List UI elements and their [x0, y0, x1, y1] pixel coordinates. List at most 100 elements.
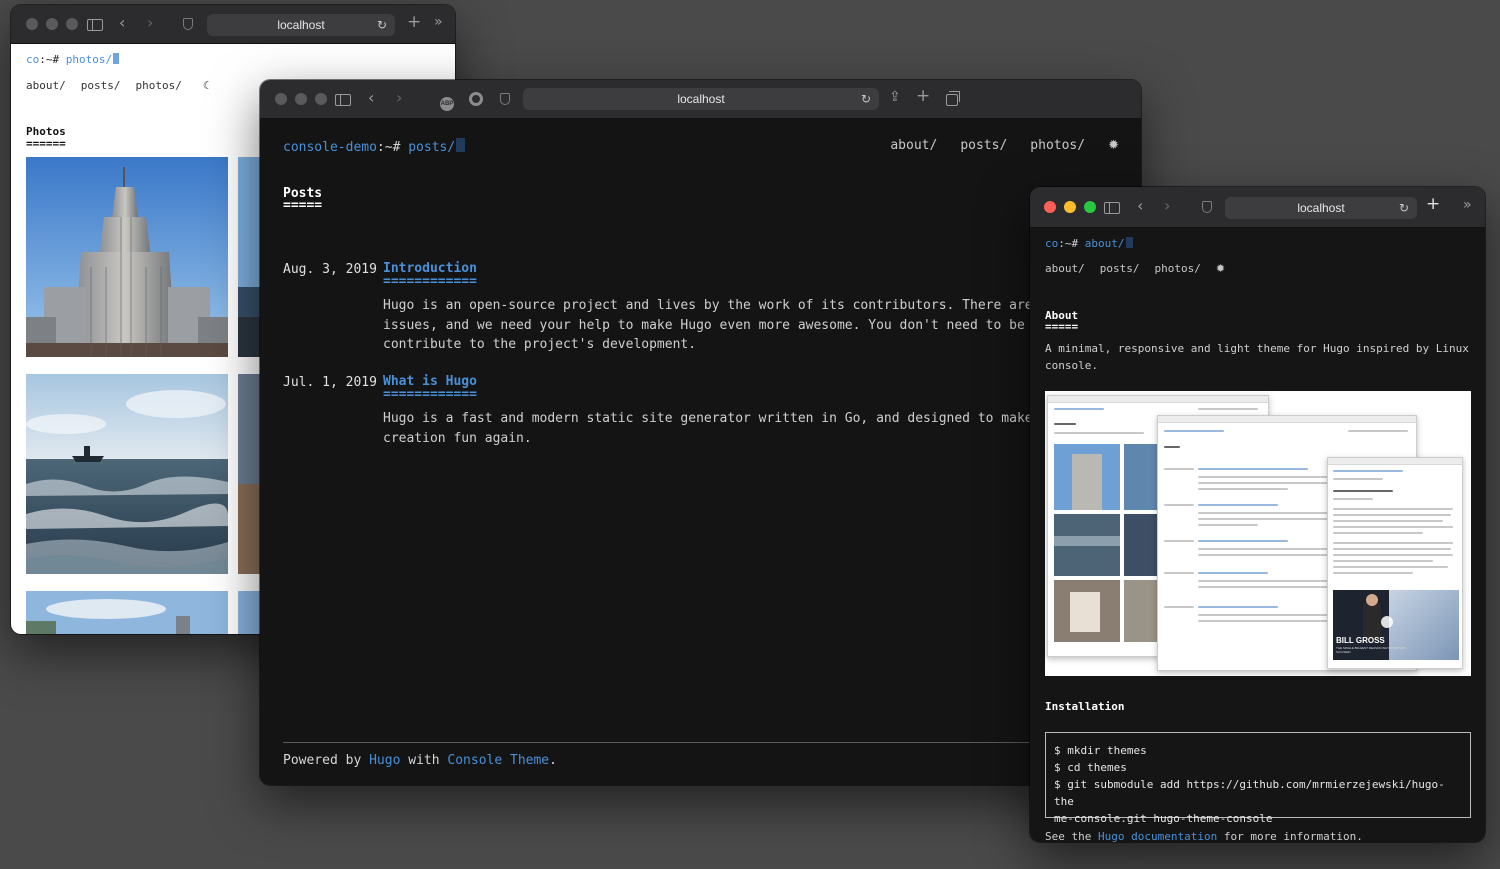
chevron-right-icon[interactable]: ›: [396, 90, 402, 106]
plus-icon[interactable]: +: [1426, 196, 1440, 213]
main-nav: about/ posts/ photos/ ✹: [1045, 262, 1225, 275]
more-info-text: See the Hugo documentation for more info…: [1045, 830, 1363, 842]
page-heading: Photos ======: [26, 126, 66, 150]
prompt-user-link[interactable]: co: [26, 53, 39, 66]
chevron-left-icon[interactable]: ‹: [119, 15, 125, 31]
gear-icon[interactable]: ✹: [1216, 262, 1225, 275]
post-title-link[interactable]: What is Hugo ============: [383, 375, 477, 401]
prompt-user-link[interactable]: co: [1045, 237, 1058, 250]
url-text: localhost: [677, 92, 725, 106]
photo-palace-of-culture[interactable]: [26, 157, 228, 357]
footer-hugo-link[interactable]: Hugo: [369, 753, 400, 768]
prompt-separator: :~#: [1058, 237, 1079, 250]
nav-posts[interactable]: posts/: [81, 79, 121, 92]
sidebar-icon[interactable]: [1104, 201, 1120, 217]
gear-icon[interactable]: ✹: [1108, 138, 1119, 153]
window-controls[interactable]: [26, 18, 78, 30]
nav-about[interactable]: about/: [1045, 262, 1085, 275]
shield-icon[interactable]: [183, 17, 193, 33]
chevron-left-icon[interactable]: ‹: [368, 90, 374, 106]
zoom-window-button[interactable]: [1084, 201, 1096, 213]
photo-sky-partial[interactable]: [26, 591, 228, 634]
shield-icon[interactable]: [500, 92, 510, 108]
cursor: [456, 138, 466, 152]
zoom-window-button[interactable]: [315, 93, 327, 105]
prompt-path-link[interactable]: about/: [1085, 237, 1125, 250]
address-bar[interactable]: localhost ↻: [207, 14, 395, 36]
plus-icon[interactable]: +: [916, 88, 930, 105]
chevrons-right-icon[interactable]: »: [434, 15, 443, 29]
prompt-path-link[interactable]: photos/: [66, 53, 112, 66]
footer-with: with: [408, 753, 440, 768]
summary-line: issues, and we need your help to make Hu…: [383, 317, 1064, 333]
prompt-separator: :~#: [376, 140, 401, 155]
posts-browser-window: ‹ › ABP localhost ↻ ⇪ + console-demo:~# …: [260, 80, 1141, 785]
cursor: [113, 53, 120, 64]
hugo-docs-link[interactable]: Hugo documentation: [1098, 830, 1217, 842]
reload-icon[interactable]: ↻: [1399, 201, 1409, 215]
summary-line: creation fun again.: [383, 430, 532, 446]
page-content: co:~# about/ about/ posts/ photos/ ✹ Abo…: [1030, 228, 1485, 842]
sidebar-icon[interactable]: [335, 93, 351, 109]
console-prompt: co:~# about/: [1045, 237, 1133, 250]
browser-toolbar: ‹ › ABP localhost ↻ ⇪ +: [260, 80, 1141, 119]
nav-posts[interactable]: posts/: [960, 138, 1007, 153]
chevron-right-icon[interactable]: ›: [147, 15, 153, 31]
window-controls[interactable]: [1044, 201, 1096, 213]
post-date: Jul. 1, 2019: [283, 375, 377, 390]
nav-posts[interactable]: posts/: [1100, 262, 1140, 275]
post-title-link[interactable]: Introduction ============: [383, 262, 477, 288]
chevrons-right-icon[interactable]: »: [1463, 198, 1472, 212]
about-description: A minimal, responsive and light theme fo…: [1045, 342, 1469, 372]
address-bar[interactable]: localhost ↻: [1225, 197, 1417, 219]
tab-overview-icon[interactable]: [946, 91, 960, 109]
chevron-right-icon[interactable]: ›: [1164, 198, 1170, 214]
close-window-button[interactable]: [1044, 201, 1056, 213]
window-controls[interactable]: [275, 93, 327, 105]
nav-photos[interactable]: photos/: [1030, 138, 1085, 153]
prompt-path-link[interactable]: posts/: [408, 140, 455, 155]
code-block: $ mkdir themes $ cd themes $ git submodu…: [1045, 732, 1471, 825]
close-window-button[interactable]: [26, 18, 38, 30]
preview-about-window: BILL GROSS THE SINGLE BIGGEST REASON WHY…: [1327, 457, 1463, 669]
footer-period: .: [549, 753, 557, 768]
plus-icon[interactable]: +: [407, 14, 421, 31]
share-icon[interactable]: ⇪: [889, 90, 901, 104]
code-line: $ mkdir themes: [1054, 744, 1147, 757]
chevron-left-icon[interactable]: ‹: [1137, 198, 1143, 214]
address-bar[interactable]: localhost ↻: [523, 88, 879, 110]
minimize-window-button[interactable]: [295, 93, 307, 105]
minimize-window-button[interactable]: [1064, 201, 1076, 213]
sidebar-icon[interactable]: [87, 18, 103, 34]
adblock-icon[interactable]: ABP: [440, 92, 454, 111]
about-browser-window: ‹ › localhost ↻ + » co:~# about/ about/ …: [1030, 187, 1485, 842]
reload-icon[interactable]: ↻: [377, 18, 387, 32]
post-title-underline: ============: [383, 274, 477, 289]
moon-icon[interactable]: ☾: [203, 79, 213, 92]
minimize-window-button[interactable]: [46, 18, 58, 30]
summary-line: Hugo is an open-source project and lives…: [383, 298, 1064, 313]
post-summary: Hugo is a fast and modern static site ge…: [383, 409, 1083, 448]
photo-sea-ship[interactable]: [26, 374, 228, 574]
see-the-text: See the: [1045, 830, 1092, 842]
extension-c-icon[interactable]: [469, 92, 483, 109]
close-window-button[interactable]: [275, 93, 287, 105]
nav-photos[interactable]: photos/: [136, 79, 182, 92]
reload-icon[interactable]: ↻: [861, 92, 871, 106]
zoom-window-button[interactable]: [66, 18, 78, 30]
url-text: localhost: [1297, 201, 1345, 215]
nav-about[interactable]: about/: [890, 138, 937, 153]
prompt-user-link[interactable]: console-demo: [283, 140, 377, 155]
preview-video-thumbnail: BILL GROSS THE SINGLE BIGGEST REASON WHY…: [1333, 590, 1459, 660]
code-line: $ git submodule add https://github.com/m…: [1054, 778, 1445, 808]
console-prompt: console-demo:~# posts/: [283, 138, 466, 155]
main-nav: about/ posts/ photos/ ☾: [26, 79, 213, 92]
nav-photos[interactable]: photos/: [1155, 262, 1201, 275]
nav-about[interactable]: about/: [26, 79, 66, 92]
footer-theme-link[interactable]: Console Theme: [447, 753, 549, 768]
preview-overlay-sub: THE SINGLE BIGGEST REASON WHY STARTUPS S…: [1336, 646, 1406, 654]
page-content: console-demo:~# posts/ about/ posts/ pho…: [260, 119, 1141, 785]
main-nav: about/ posts/ photos/ ✹: [890, 138, 1119, 153]
shield-icon[interactable]: [1202, 200, 1212, 216]
console-prompt: co:~# photos/: [26, 53, 120, 66]
